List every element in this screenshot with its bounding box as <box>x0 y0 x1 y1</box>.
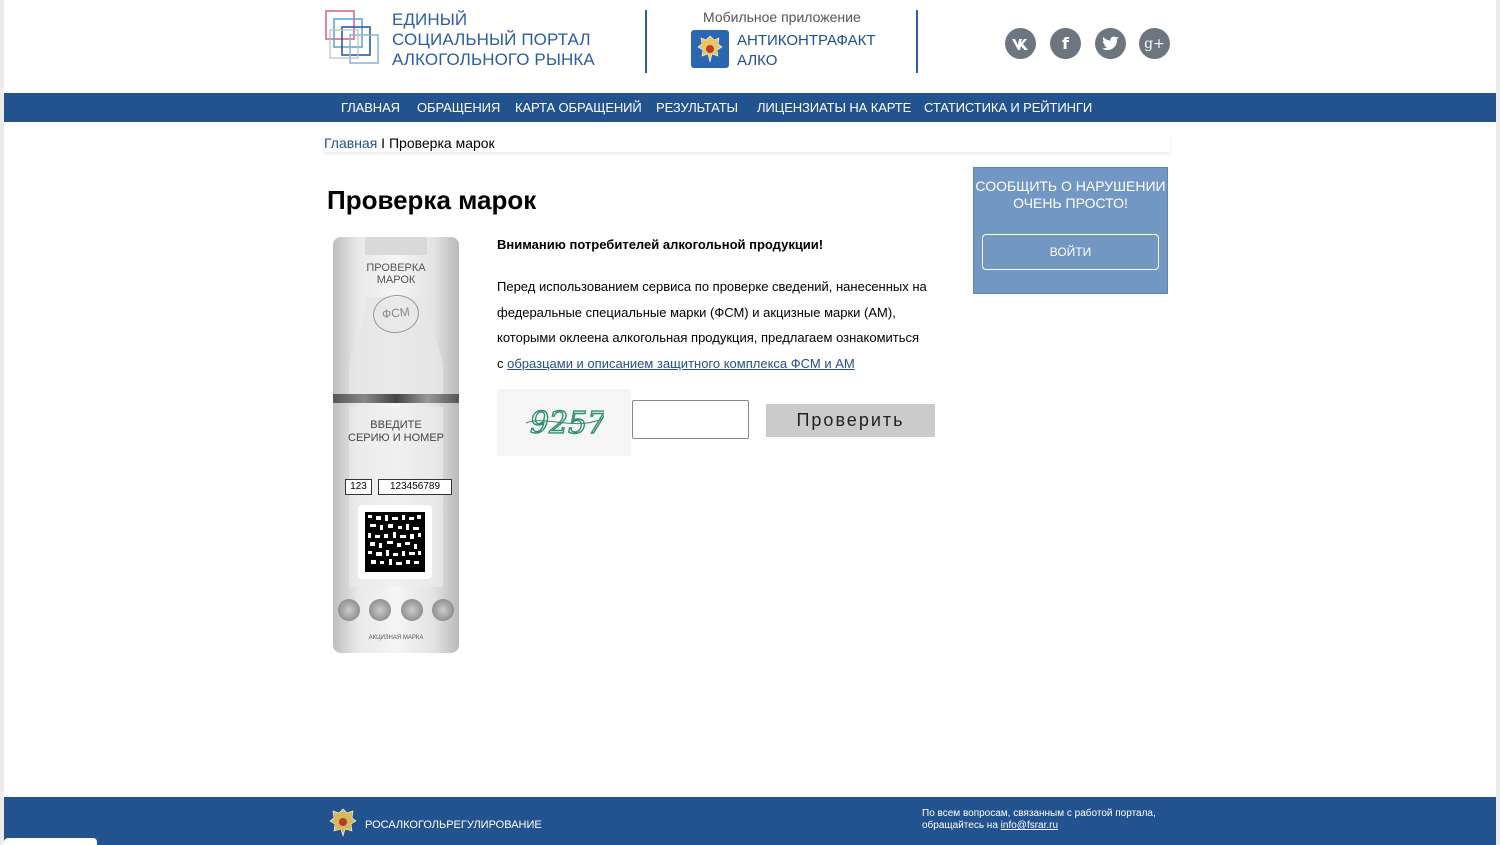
header-divider <box>916 10 918 73</box>
app-name-line: АЛКО <box>737 52 778 69</box>
nav-item-results[interactable]: РЕЗУЛЬТАТЫ <box>656 93 738 122</box>
logo-line: АЛКОГОЛЬНОГО РЫНКА <box>392 50 595 69</box>
consumer-warning: Вниманию потребителей алкогольной продук… <box>497 237 824 252</box>
nav-item-appeals-map[interactable]: КАРТА ОБРАЩЕНИЙ <box>515 93 642 122</box>
fsrar-emblem-icon <box>328 807 358 838</box>
stamp-band <box>333 394 459 403</box>
google-plus-icon[interactable]: g+ <box>1139 28 1170 59</box>
footer-contact-line: обращайтесь на info@fsrar.ru <box>922 820 1156 832</box>
samples-description-link[interactable]: образцами и описанием защитного комплекс… <box>507 356 855 371</box>
nav-item-statistics[interactable]: СТАТИСТИКА И РЕЙТИНГИ <box>924 93 1092 122</box>
stamp-title-line: МАРОК <box>376 274 416 286</box>
stamp-title: ПРОВЕРКА МАРОК <box>333 262 459 286</box>
captcha-image: 9257 <box>497 389 631 456</box>
stamp-title-line: ПРОВЕРКА <box>366 262 426 274</box>
stamp-prompt: ВВЕДИТЕ СЕРИЮ И НОМЕР <box>333 419 459 445</box>
stamp-emblems <box>333 592 459 628</box>
paragraph-line: федеральные специальные марки (ФСМ) и ак… <box>497 304 896 320</box>
logo-line: ЕДИНЫЙ <box>392 10 468 29</box>
paragraph-prefix: с <box>497 355 508 371</box>
page-title: Проверка марок <box>327 185 537 215</box>
check-button[interactable]: Проверить <box>766 404 935 437</box>
intro-paragraph: Перед использованием сервиса по проверке… <box>497 274 962 376</box>
report-violation-box: СООБЩИТЬ О НАРУШЕНИИ ОЧЕНЬ ПРОСТО! ВОЙТИ <box>973 167 1168 294</box>
footer: РОСАЛКОГОЛЬРЕГУЛИРОВАНИЕ По всем вопроса… <box>4 797 1496 845</box>
paragraph-line: с образцами и описанием защитного компле… <box>497 351 962 377</box>
footer-contact-prefix: обращайтесь на <box>922 820 1001 831</box>
footer-email-link[interactable]: info@fsrar.ru <box>1001 820 1058 831</box>
nav-item-appeals[interactable]: ОБРАЩЕНИЯ <box>417 93 500 122</box>
stamp-prompt-line: СЕРИЮ И НОМЕР <box>348 432 444 444</box>
captcha-input[interactable] <box>632 400 749 439</box>
footer-tab <box>4 838 97 845</box>
breadcrumb-home-link[interactable]: Главная <box>324 135 377 151</box>
stamp-bottom-label: АКЦИЗНАЯ МАРКА <box>368 635 424 641</box>
app-emblem-icon[interactable] <box>691 30 729 68</box>
facebook-icon[interactable]: f <box>1050 28 1081 59</box>
footer-contact-line: По всем вопросам, связанным с работой по… <box>922 808 1156 819</box>
header-divider <box>645 10 647 73</box>
portal-logo-text[interactable]: ЕДИНЫЙ СОЦИАЛЬНЫЙ ПОРТАЛ АЛКОГОЛЬНОГО РЫ… <box>392 10 595 70</box>
nav-item-licensees-map[interactable]: ЛИЦЕНЗИАТЫ НА КАРТЕ <box>757 93 911 122</box>
footer-contact: По всем вопросам, связанным с работой по… <box>922 808 1156 832</box>
stamp-series-field: 123 <box>345 479 372 495</box>
emblem-icon <box>432 599 455 621</box>
report-violation-text: СООБЩИТЬ О НАРУШЕНИИ ОЧЕНЬ ПРОСТО! <box>975 178 1166 211</box>
app-name-link[interactable]: АНТИКОНТРАФАКТ АЛКО <box>737 31 876 71</box>
footer-org-name: РОСАЛКОГОЛЬРЕГУЛИРОВАНИЕ <box>365 819 542 831</box>
app-name-line: АНТИКОНТРАФАКТ <box>737 32 876 49</box>
stamp-qr-code <box>358 505 432 579</box>
login-button[interactable]: ВОЙТИ <box>982 234 1159 270</box>
breadcrumb-separator: I <box>377 135 389 151</box>
paragraph-line: Перед использованием сервиса по проверке… <box>497 279 927 294</box>
breadcrumb: Главная I Проверка марок <box>324 134 1170 152</box>
twitter-icon[interactable] <box>1095 28 1126 59</box>
logo-line: СОЦИАЛЬНЫЙ ПОРТАЛ <box>392 30 591 49</box>
vk-icon[interactable] <box>1005 28 1036 59</box>
main-nav: ГЛАВНАЯ ОБРАЩЕНИЯ КАРТА ОБРАЩЕНИЙ РЕЗУЛЬ… <box>4 93 1496 122</box>
emblem-icon <box>400 599 423 621</box>
emblem-icon <box>369 599 392 621</box>
mobile-app-caption: Мобильное приложение <box>703 9 861 25</box>
nav-item-home[interactable]: ГЛАВНАЯ <box>341 93 400 122</box>
emblem-icon <box>337 599 360 621</box>
excise-stamp-illustration: ПРОВЕРКА МАРОК ФСМ ВВЕДИТЕ СЕРИЮ И НОМЕР… <box>333 237 459 653</box>
page: ЕДИНЫЙ СОЦИАЛЬНЫЙ ПОРТАЛ АЛКОГОЛЬНОГО РЫ… <box>4 0 1496 845</box>
stamp-number-field: 123456789 <box>378 479 452 495</box>
stamp-prompt-line: ВВЕДИТЕ <box>370 419 422 431</box>
portal-logo-icon[interactable] <box>325 10 383 68</box>
breadcrumb-current: Проверка марок <box>388 135 495 151</box>
paragraph-line: которыми оклеена алкогольная продукция, … <box>497 330 920 345</box>
